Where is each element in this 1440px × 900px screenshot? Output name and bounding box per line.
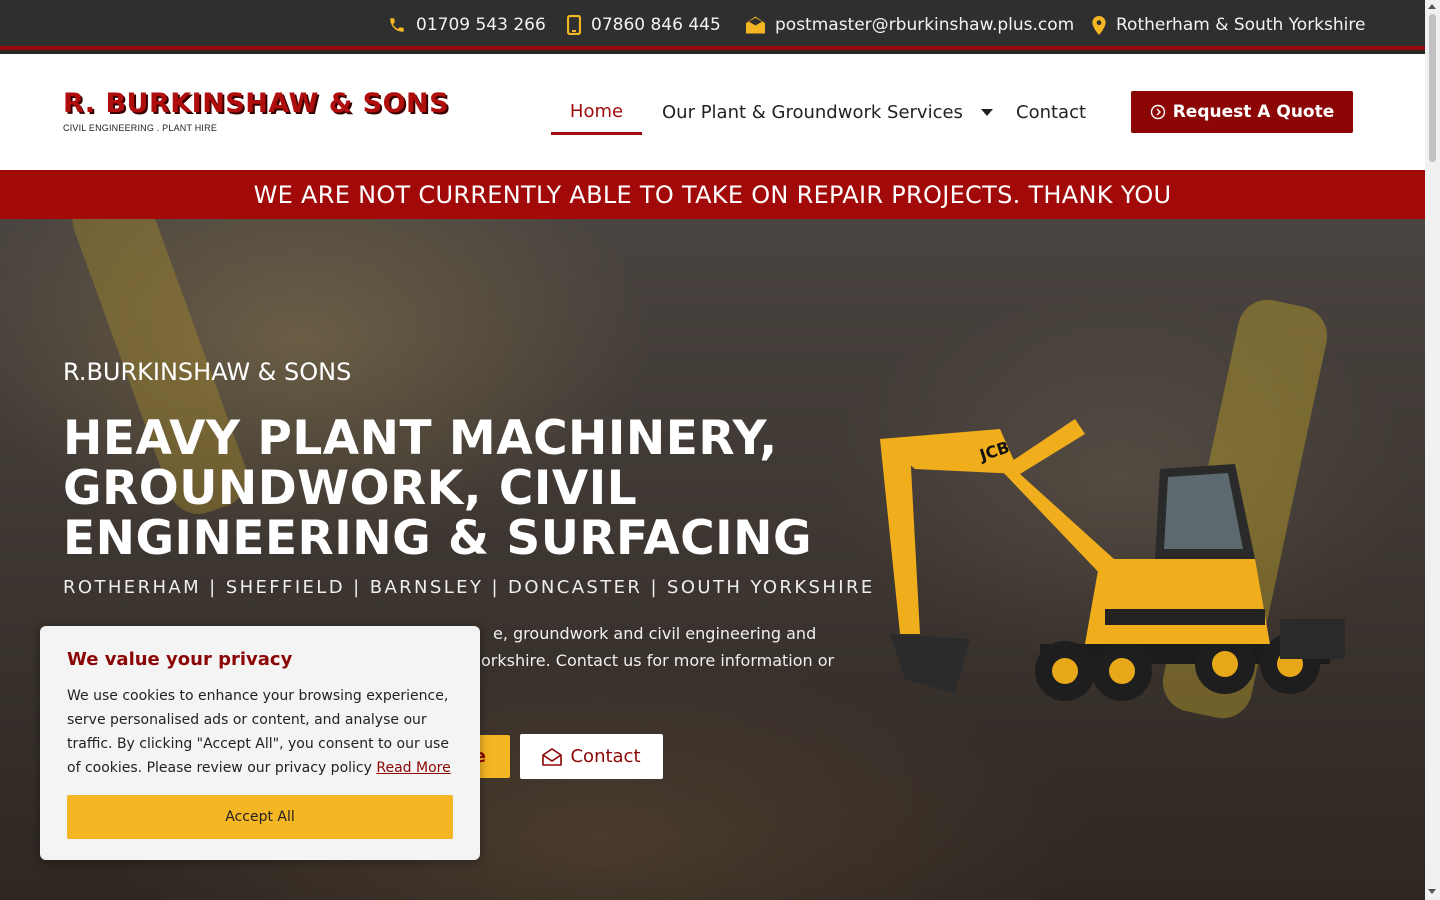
mobile-phone-icon — [567, 15, 581, 35]
request-quote-label: Request A Quote — [1172, 102, 1335, 122]
location-text: Rotherham & South Yorkshire — [1116, 15, 1366, 35]
hero-title: HEAVY PLANT MACHINERY, GROUNDWORK, CIVIL… — [63, 411, 813, 566]
notice-banner: WE ARE NOT CURRENTLY ABLE TO TAKE ON REP… — [0, 170, 1425, 219]
page-scrollbar[interactable] — [1425, 0, 1440, 900]
top-info-bar: 01709 543 266 07860 846 445 postmaster@r… — [0, 0, 1425, 50]
excavator-image: JCB — [880, 419, 1345, 701]
email-address: postmaster@rburkinshaw.plus.com — [775, 15, 1075, 35]
nav-services[interactable]: Our Plant & Groundwork Services — [662, 90, 993, 135]
hero-contact-label: Contact — [570, 746, 641, 767]
nav-home[interactable]: Home — [551, 90, 642, 135]
nav-services-label: Our Plant & Groundwork Services — [662, 102, 963, 123]
notice-text: WE ARE NOT CURRENTLY ABLE TO TAKE ON REP… — [253, 180, 1172, 209]
hero-contact-button[interactable]: Contact — [520, 734, 663, 779]
scroll-up-arrow-icon[interactable] — [1428, 4, 1436, 9]
mobile-number: 07860 846 445 — [591, 15, 721, 35]
scroll-down-arrow-icon[interactable] — [1428, 889, 1436, 894]
phone-icon — [390, 18, 404, 32]
cookie-title: We value your privacy — [67, 649, 293, 670]
request-quote-button[interactable]: Request A Quote — [1131, 91, 1353, 133]
mobile-info[interactable]: 07860 846 445 — [567, 0, 721, 50]
site-header: R. BURKINSHAW & SONS CIVIL ENGINEERING .… — [0, 54, 1425, 170]
accept-all-button[interactable]: Accept All — [67, 795, 453, 839]
nav-contact[interactable]: Contact — [1016, 90, 1086, 135]
circle-chevron-right-icon — [1150, 104, 1165, 120]
phone-number: 01709 543 266 — [416, 15, 546, 35]
scrollbar-thumb[interactable] — [1429, 14, 1436, 162]
cookie-read-more-link[interactable]: Read More — [376, 760, 450, 776]
logo-wordmark: R. BURKINSHAW & SONS — [63, 88, 450, 119]
map-pin-icon — [1092, 15, 1106, 35]
caret-down-icon[interactable] — [980, 109, 993, 116]
logo-tagline: CIVIL ENGINEERING . PLANT HIRE — [63, 123, 218, 133]
envelope-open-icon — [542, 747, 563, 766]
cookie-message: We use cookies to enhance your browsing … — [67, 684, 453, 780]
hero-eyebrow: R.BURKINSHAW & SONS — [63, 358, 352, 386]
phone-info[interactable]: 01709 543 266 — [388, 0, 546, 50]
hero-locations: ROTHERHAM | SHEFFIELD | BARNSLEY | DONCA… — [63, 577, 875, 598]
email-info[interactable]: postmaster@rburkinshaw.plus.com — [746, 0, 1074, 50]
envelope-open-icon — [746, 16, 765, 34]
cookie-consent-dialog: We value your privacy We use cookies to … — [40, 626, 480, 860]
location-info: Rotherham & South Yorkshire — [1092, 0, 1365, 50]
site-logo[interactable]: R. BURKINSHAW & SONS CIVIL ENGINEERING .… — [63, 88, 450, 136]
